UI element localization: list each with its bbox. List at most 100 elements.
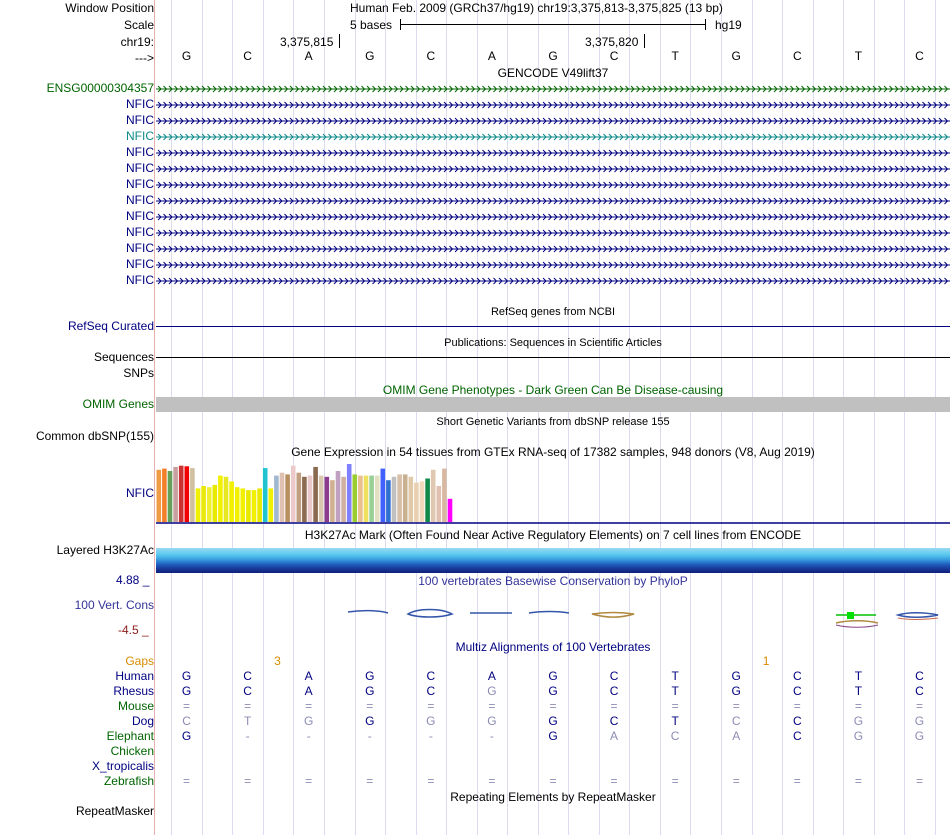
gtex-tissue-bar[interactable] — [190, 468, 195, 522]
gtex-tissue-bar[interactable] — [341, 476, 346, 522]
gtex-tissue-bar[interactable] — [223, 476, 229, 522]
gtex-tissue-bar[interactable] — [302, 476, 307, 522]
gencode-title[interactable]: GENCODE V49lift37 — [156, 66, 950, 81]
gtex-tissue-bar[interactable] — [380, 468, 386, 522]
gtex-label[interactable]: NFIC — [126, 486, 154, 501]
gtex-tissue-bar[interactable] — [442, 468, 447, 522]
gtex-tissue-bar[interactable] — [397, 474, 402, 522]
species-label[interactable]: Human — [115, 669, 154, 684]
gtex-tissue-bar[interactable] — [274, 475, 279, 522]
gtex-tissue-bar[interactable] — [251, 490, 257, 522]
gtex-tissue-bar[interactable] — [425, 478, 430, 523]
h3k27ac-label[interactable]: Layered H3K27Ac — [57, 543, 154, 558]
dbsnp-label[interactable]: Common dbSNP(155) — [36, 429, 154, 444]
gencode-transcript[interactable] — [156, 195, 950, 207]
species-label[interactable]: Rhesus — [113, 684, 154, 699]
gtex-tissue-bar[interactable] — [206, 487, 212, 522]
gencode-transcript[interactable] — [156, 259, 950, 271]
repeatmasker-title[interactable]: Repeating Elements by RepeatMasker — [156, 790, 950, 805]
gtex-tissue-bar[interactable] — [156, 469, 162, 522]
snps-label[interactable]: SNPs — [123, 366, 154, 381]
omim-label[interactable]: OMIM Genes — [83, 397, 154, 412]
gtex-tissue-bar[interactable] — [318, 475, 324, 522]
phylop-plot[interactable] — [156, 590, 950, 640]
gtex-tissue-bar[interactable] — [313, 466, 318, 522]
gencode-transcript[interactable] — [156, 147, 950, 159]
phylop-label[interactable]: 100 Vert. Cons — [75, 598, 154, 613]
gencode-track-label[interactable]: NFIC — [126, 177, 154, 192]
publications-label[interactable]: Sequences — [94, 350, 154, 365]
species-label[interactable]: Elephant — [107, 729, 154, 744]
gtex-tissue-bar[interactable] — [285, 474, 290, 522]
gtex-tissue-bar[interactable] — [268, 488, 274, 522]
gencode-track-label[interactable]: ENSG00000304357 — [47, 81, 154, 96]
gtex-tissue-bar[interactable] — [257, 488, 262, 522]
species-label[interactable]: Zebrafish — [104, 774, 154, 789]
gtex-tissue-bar[interactable] — [430, 469, 436, 522]
dbsnp-title[interactable]: Short Genetic Variants from dbSNP releas… — [156, 415, 950, 430]
gtex-tissue-bar[interactable] — [167, 471, 173, 522]
gencode-transcript[interactable] — [156, 275, 950, 287]
gtex-tissue-bar[interactable] — [290, 465, 296, 522]
h3k27ac-title[interactable]: H3K27Ac Mark (Often Found Near Active Re… — [156, 528, 950, 543]
gtex-tissue-bar[interactable] — [374, 475, 380, 522]
gtex-tissue-bar[interactable] — [246, 490, 251, 522]
gtex-tissue-bar[interactable] — [335, 471, 341, 522]
species-label[interactable]: X_tropicalis — [92, 759, 154, 774]
gtex-tissue-bar[interactable] — [408, 476, 414, 522]
gtex-tissue-bar[interactable] — [212, 484, 218, 522]
gtex-tissue-bar[interactable] — [436, 486, 442, 522]
gtex-tissue-bar[interactable] — [447, 498, 453, 522]
gtex-tissue-bar[interactable] — [279, 472, 285, 522]
gencode-transcript[interactable] — [156, 179, 950, 191]
gencode-track-label[interactable]: NFIC — [126, 161, 154, 176]
refseq-label[interactable]: RefSeq Curated — [68, 319, 154, 334]
gtex-tissue-bar[interactable] — [201, 486, 206, 522]
gtex-tissue-bar[interactable] — [195, 488, 201, 522]
gtex-tissue-bar[interactable] — [358, 475, 363, 522]
gtex-tissue-bar[interactable] — [262, 468, 268, 522]
gtex-tissue-bar[interactable] — [296, 472, 302, 522]
gencode-transcript[interactable] — [156, 83, 950, 95]
species-label[interactable]: Dog — [132, 714, 154, 729]
gtex-tissue-bar[interactable] — [391, 476, 397, 522]
gtex-tissue-bar[interactable] — [162, 468, 167, 522]
gtex-tissue-bar[interactable] — [402, 474, 408, 522]
gencode-track-label[interactable]: NFIC — [126, 113, 154, 128]
gtex-tissue-bar[interactable] — [178, 465, 184, 522]
gencode-transcript[interactable] — [156, 227, 950, 239]
refseq-title[interactable]: RefSeq genes from NCBI — [156, 305, 950, 320]
gtex-tissue-bar[interactable] — [363, 475, 369, 522]
gencode-track-label[interactable]: NFIC — [126, 273, 154, 288]
omim-bar[interactable] — [156, 397, 950, 412]
gtex-tissue-bar[interactable] — [414, 482, 419, 522]
gtex-chart[interactable] — [156, 460, 950, 524]
gencode-transcript[interactable] — [156, 115, 950, 127]
gtex-tissue-bar[interactable] — [346, 464, 352, 522]
species-label[interactable]: Chicken — [111, 744, 154, 759]
gtex-tissue-bar[interactable] — [307, 475, 313, 522]
gtex-tissue-bar[interactable] — [240, 488, 246, 522]
species-label[interactable]: Mouse — [118, 699, 154, 714]
multiz-title[interactable]: Multiz Alignments of 100 Vertebrates — [156, 640, 950, 655]
gtex-tissue-bar[interactable] — [234, 487, 240, 522]
gencode-track-label[interactable]: NFIC — [126, 257, 154, 272]
gencode-track-label[interactable]: NFIC — [126, 209, 154, 224]
gencode-transcript[interactable] — [156, 163, 950, 175]
gencode-track-label[interactable]: NFIC — [126, 241, 154, 256]
omim-title[interactable]: OMIM Gene Phenotypes - Dark Green Can Be… — [156, 383, 950, 398]
gtex-tissue-bar[interactable] — [330, 480, 335, 522]
gencode-transcript[interactable] — [156, 243, 950, 255]
gencode-track-label[interactable]: NFIC — [126, 145, 154, 160]
gencode-track-label[interactable]: NFIC — [126, 225, 154, 240]
gtex-tissue-bar[interactable] — [184, 466, 190, 522]
publications-title[interactable]: Publications: Sequences in Scientific Ar… — [156, 336, 950, 351]
gtex-tissue-bar[interactable] — [218, 475, 223, 522]
repeatmasker-label[interactable]: RepeatMasker — [76, 804, 154, 819]
gtex-tissue-bar[interactable] — [324, 476, 330, 522]
gencode-transcript[interactable] — [156, 211, 950, 223]
h3k27ac-bars[interactable] — [156, 548, 950, 573]
phylop-title[interactable]: 100 vertebrates Basewise Conservation by… — [156, 574, 950, 589]
gtex-tissue-bar[interactable] — [419, 481, 425, 522]
gtex-tissue-bar[interactable] — [369, 475, 374, 522]
